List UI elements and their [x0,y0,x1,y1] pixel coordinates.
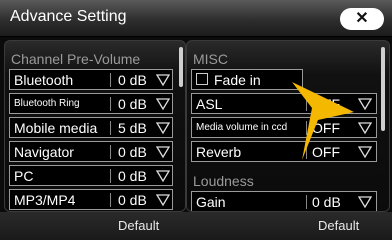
fade-in-checkbox[interactable] [196,73,208,85]
row-value: 0 dB [118,144,147,160]
close-icon: ✕ [355,10,369,27]
row-label: Media volume in ccd [196,122,288,133]
channel-pre-volume-panel[interactable]: Channel Pre-Volume Bluetooth 0 dB Blueto… [4,40,186,212]
section-title-channel-pre-volume: Channel Pre-Volume [11,51,141,67]
right-scrollbar[interactable] [381,47,385,131]
row-bluetooth-ring[interactable]: Bluetooth Ring 0 dB [9,93,173,114]
row-value: 0 dB [118,96,147,112]
row-pc[interactable]: PC 0 dB [9,165,173,186]
fade-in-label: Fade in [214,72,261,88]
row-label: ASL [196,96,223,112]
row-label: Bluetooth [14,72,74,88]
section-title-misc: MISC [193,51,228,67]
row-label: Mobile media [14,120,98,136]
title-bar: Advance Setting ✕ [0,0,392,37]
bottom-bar: Default Default [0,212,392,240]
divider [306,195,307,209]
pointer-arrow-icon [284,82,356,167]
page-title: Advance Setting [10,8,127,25]
divider [110,121,111,135]
row-value: 0 dB [118,168,147,184]
row-label: Gain [196,194,226,210]
row-navigator[interactable]: Navigator 0 dB [9,141,173,162]
row-value: 0 dB [118,192,147,208]
left-scrollbar[interactable] [179,47,183,87]
divider [110,73,111,87]
divider [110,169,111,183]
row-label: MP3/MP4 [14,192,76,208]
row-label: Navigator [14,144,74,160]
row-label: Reverb [196,144,242,160]
right-default-button[interactable]: Default [318,218,359,233]
row-label: Bluetooth Ring [14,98,80,109]
divider [110,193,111,207]
row-mp3-mp4[interactable]: MP3/MP4 0 dB [9,189,173,210]
left-default-button[interactable]: Default [118,218,159,233]
divider [110,145,111,159]
divider [110,97,111,111]
row-mobile-media[interactable]: Mobile media 5 dB [9,117,173,138]
row-value: 0 dB [312,194,341,210]
row-gain[interactable]: Gain 0 dB [191,191,377,211]
row-value: 5 dB [118,120,147,136]
row-label: PC [14,168,34,184]
close-button[interactable]: ✕ [340,8,384,30]
section-title-loudness: Loudness [193,173,254,189]
row-value: 0 dB [118,72,147,88]
row-bluetooth[interactable]: Bluetooth 0 dB [9,69,173,90]
